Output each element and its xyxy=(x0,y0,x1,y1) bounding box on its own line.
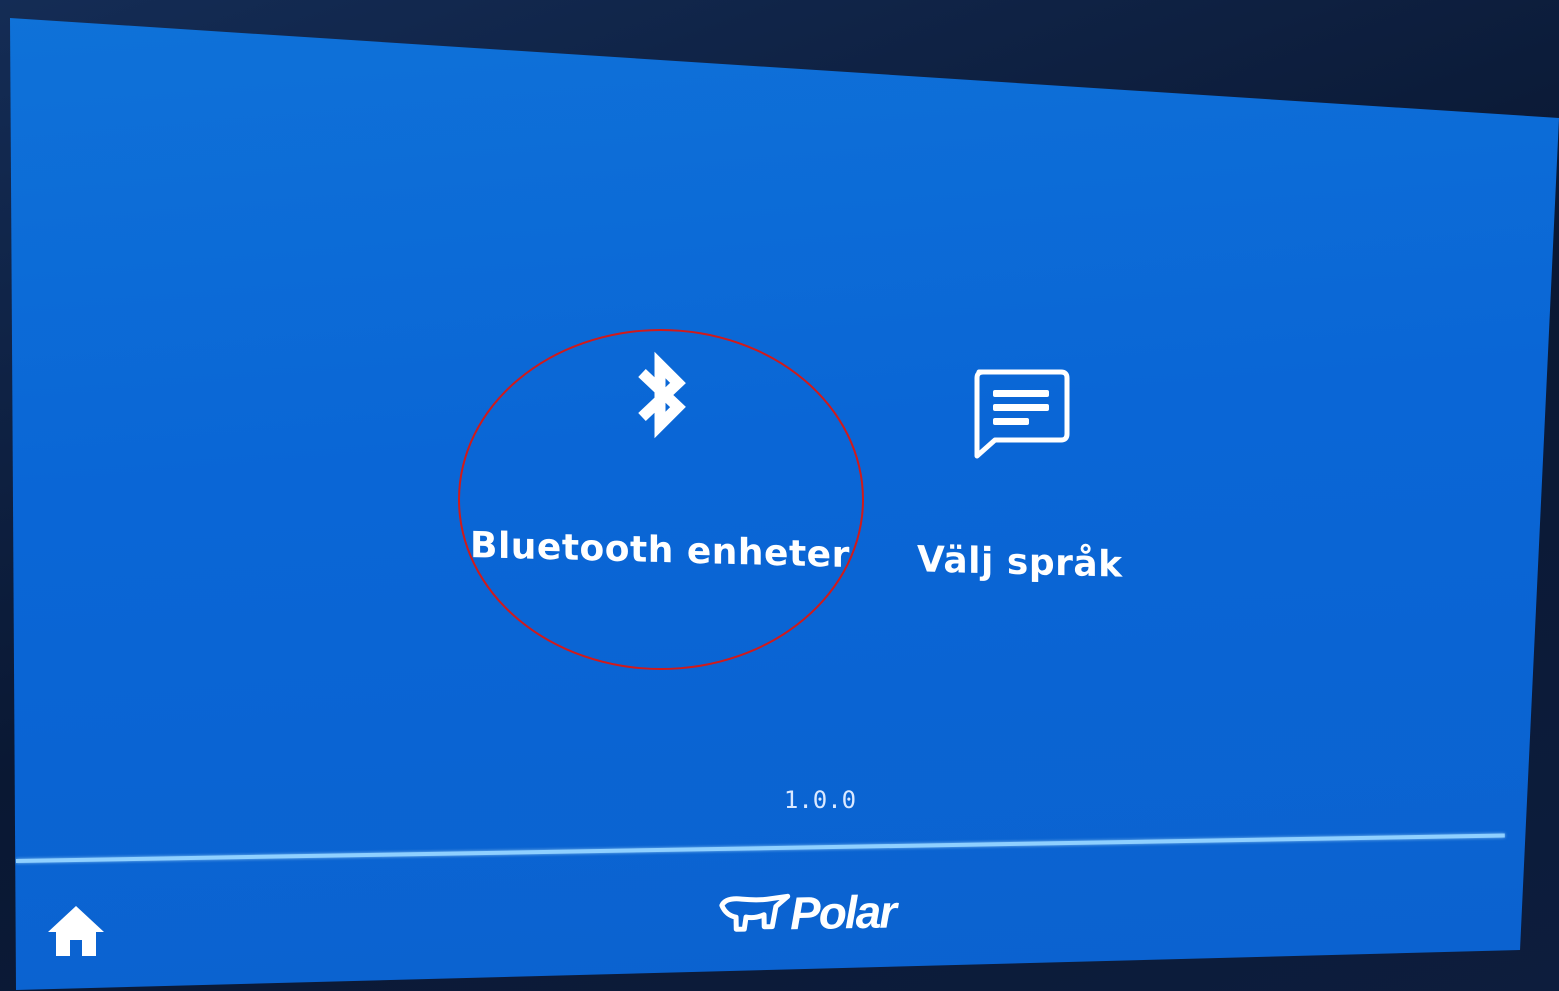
version-label: 1.0.0 xyxy=(783,786,857,814)
screen: Bluetooth enheter Välj språk 1.0.0 Polar xyxy=(10,18,1559,990)
polar-logo-text: Polar xyxy=(789,885,896,940)
footer-divider xyxy=(15,833,1505,863)
bluetooth-icon xyxy=(638,351,686,439)
polar-logo: Polar xyxy=(716,884,896,941)
polar-bear-icon xyxy=(719,893,791,932)
select-language-label: Välj språk xyxy=(917,539,1123,586)
bluetooth-devices-button[interactable]: Bluetooth enheter xyxy=(470,335,850,576)
bluetooth-devices-label: Bluetooth enheter xyxy=(470,525,850,576)
message-icon xyxy=(974,369,1070,459)
select-language-button[interactable]: Välj språk xyxy=(917,360,1123,586)
home-icon xyxy=(48,906,104,956)
home-button[interactable] xyxy=(44,900,108,960)
